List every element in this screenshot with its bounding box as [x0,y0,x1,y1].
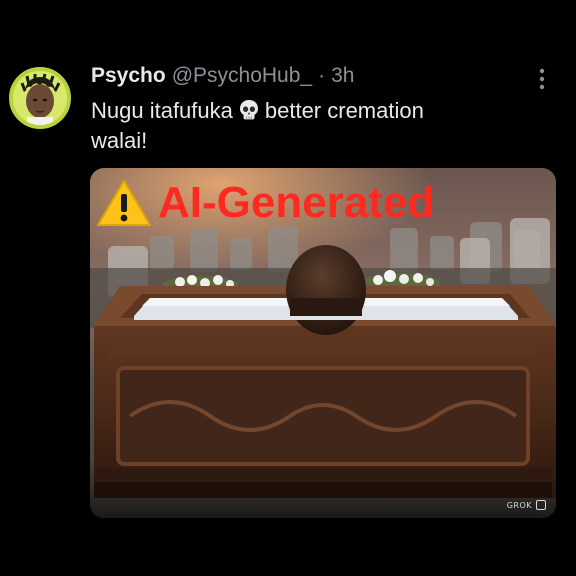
ai-generated-label: AI-Generated [96,178,434,228]
tweet-text-part-2: better cremation [264,98,424,123]
separator-dot: · [318,64,326,87]
tweet-text-line-2: walai! [91,128,148,153]
watermark-text: GROK [506,500,532,510]
author-name[interactable]: Psycho [91,64,166,88]
post-time[interactable]: 3h [331,64,354,88]
avatar[interactable] [9,67,71,129]
more-options-button[interactable] [532,66,552,92]
tweet-text-line-1: Nugu itafufuka better cremation [91,96,541,126]
author-handle[interactable]: @PsychoHub_ [172,64,312,88]
skull-icon [239,100,258,120]
tweet[interactable]: Psycho @PsychoHub_ · 3h Nugu itafufuka b… [0,0,576,576]
tweet-text-part-1: Nugu itafufuka [91,98,233,123]
ai-generated-text: AI-Generated [158,178,435,227]
tweet-header: Psycho @PsychoHub_ · 3h [91,64,354,88]
tweet-text: Nugu itafufuka better cremation walai! [91,96,541,156]
vertical-ellipsis-icon [539,68,545,90]
grok-logo-icon [536,500,546,510]
grok-watermark: GROK [507,500,546,510]
tweet-media[interactable]: AI-Generated GROK [90,168,556,518]
warning-triangle-icon [97,180,151,226]
avatar-image [13,71,67,125]
